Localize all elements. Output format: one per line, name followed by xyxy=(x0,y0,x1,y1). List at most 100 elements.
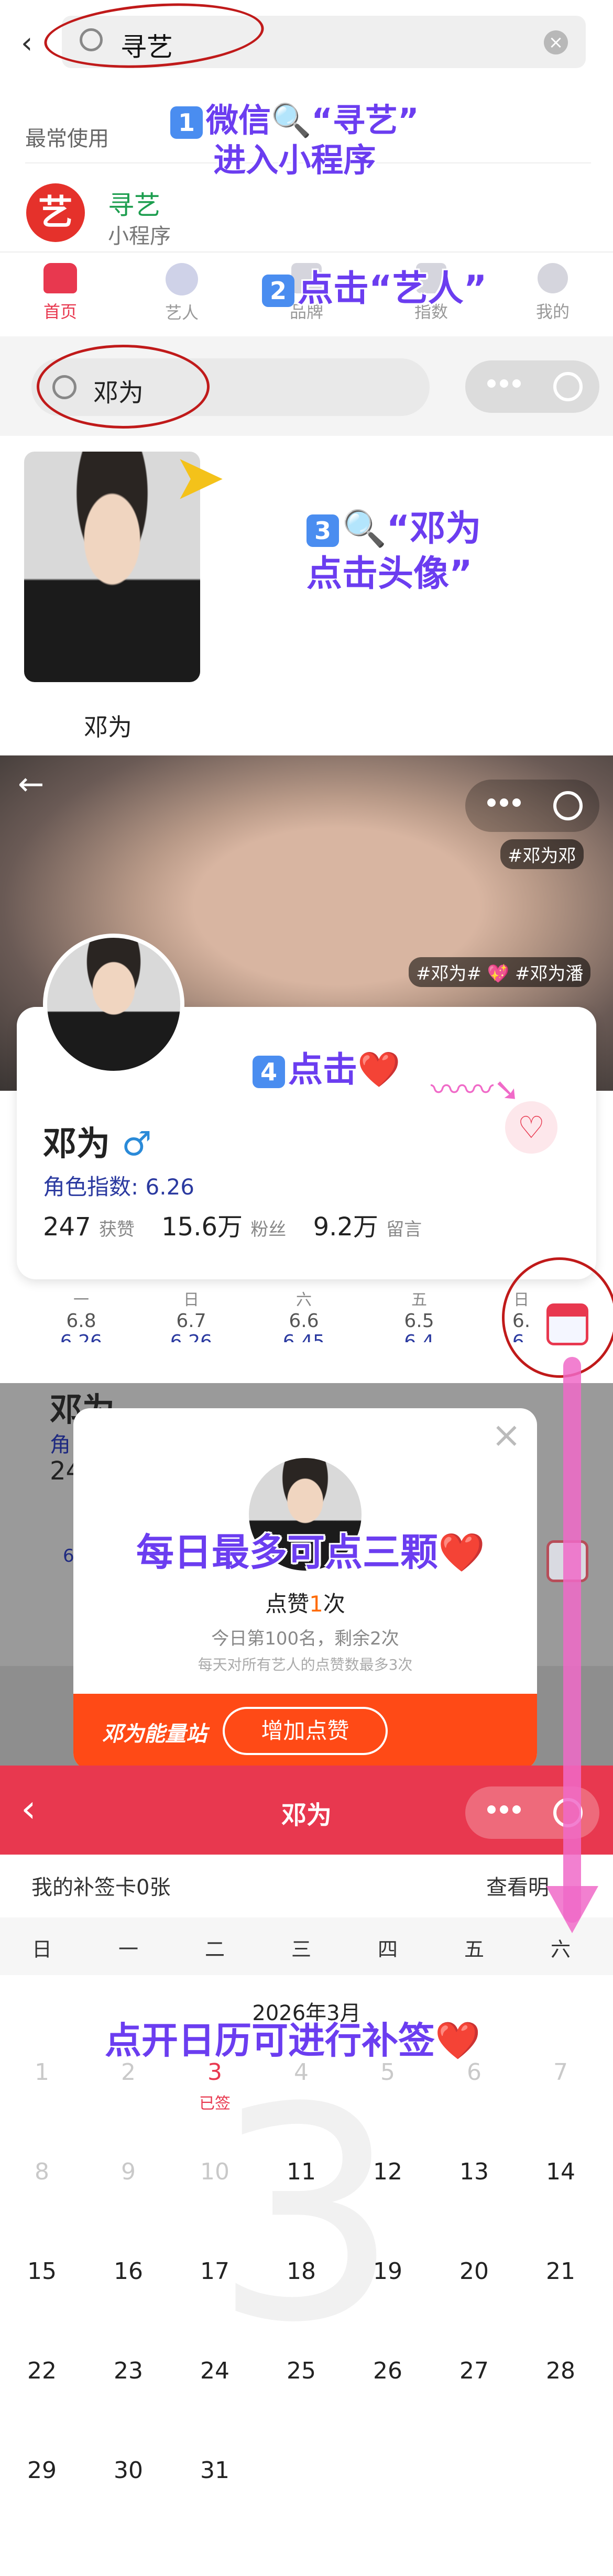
step3-annotation: 3 🔍“邓为 点击头像” xyxy=(306,508,481,595)
calendar-day[interactable]: 17 xyxy=(189,2258,241,2285)
capsule-menu[interactable] xyxy=(465,360,599,413)
modal-line1: 今日第100名，剩余2次 xyxy=(211,1628,399,1649)
calendar-day[interactable]: 20 xyxy=(448,2258,500,2285)
day-item[interactable]: 日 6.7 6.26 xyxy=(162,1290,220,1342)
calendar-day[interactable]: 7 xyxy=(534,2059,587,2086)
role-index: 角色指数: 6.26 xyxy=(43,1174,195,1200)
calendar-day[interactable]: 4 xyxy=(275,2059,327,2086)
pointer-squiggle-icon: 〰〰➘ xyxy=(431,1072,520,1109)
weekday-label: 日 xyxy=(31,1938,52,1961)
weekday-label: 一 xyxy=(118,1938,138,1961)
calendar-day[interactable]: 18 xyxy=(275,2258,327,2285)
calendar-day[interactable]: 8 xyxy=(16,2158,68,2185)
calendar-day[interactable]: 22 xyxy=(16,2358,68,2384)
calendar-day[interactable]: 24 xyxy=(189,2358,241,2384)
calendar-day[interactable]: 9 xyxy=(102,2158,155,2185)
mini-program-tabbar: 首页 艺人 品牌 指数 我的 2 点击“艺人” xyxy=(0,251,613,336)
profile-name: 邓为 ♂ xyxy=(43,1125,152,1164)
view-detail-link[interactable]: 查看明 xyxy=(486,1870,549,1901)
calendar-day[interactable]: 15 xyxy=(16,2258,68,2285)
calendar-day[interactable]: 31 xyxy=(189,2457,241,2484)
more-icon[interactable] xyxy=(485,798,523,809)
signed-label: 已签 xyxy=(199,2095,231,2113)
calendar-day[interactable]: 23 xyxy=(102,2358,155,2384)
artist-result-name[interactable]: 邓为 xyxy=(84,708,132,743)
step1-annotation: 1 微信🔍“寻艺” 进入小程序 xyxy=(170,101,419,180)
weekday-label: 六 xyxy=(550,1938,571,1961)
user-icon xyxy=(538,263,568,293)
recent-label: 最常使用 xyxy=(25,127,109,151)
profile-avatar[interactable] xyxy=(43,934,184,1075)
back-icon[interactable]: ‹ xyxy=(21,26,32,60)
calendar-day[interactable]: 3 xyxy=(189,2059,241,2086)
pink-arrowhead-icon xyxy=(546,1886,598,1933)
calendar-day[interactable]: 5 xyxy=(362,2059,414,2086)
tab-artist[interactable]: 艺人 xyxy=(153,263,211,324)
modal-line2: 每天对所有艺人的点赞数最多3次 xyxy=(198,1656,413,1673)
calendar-day[interactable]: 26 xyxy=(362,2358,414,2384)
step2-annotation: 2 点击“艺人” xyxy=(262,268,487,310)
calendar-section: ‹ 邓为 我的补签卡0张 查看明 2026年3月 3 点开日历可进行补签❤️ 日… xyxy=(0,1766,613,2576)
step5-annotation: 每日最多可点三颗❤️ xyxy=(136,1530,485,1574)
tab-home[interactable]: 首页 xyxy=(31,263,89,323)
clear-icon[interactable]: × xyxy=(544,30,568,54)
pink-arrow-icon xyxy=(563,1357,581,1923)
calendar-day[interactable]: 13 xyxy=(448,2158,500,2185)
stats-row: 247 获赞 15.6万 粉丝 9.2万 留言 xyxy=(43,1212,422,1242)
calendar-day[interactable]: 28 xyxy=(534,2358,587,2384)
calendar-header: ‹ 邓为 xyxy=(0,1766,613,1855)
calendar-day[interactable]: 29 xyxy=(16,2457,68,2484)
topic-tag[interactable]: #邓为# 💖 #邓为潘 xyxy=(409,957,591,987)
add-like-button[interactable]: 增加点赞 xyxy=(223,1707,388,1755)
result-card[interactable]: 邓为 ➤ 3 🔍“邓为 点击头像” xyxy=(0,436,613,755)
calendar-day[interactable]: 19 xyxy=(362,2258,414,2285)
modal-footer: 邓为能量站 增加点赞 xyxy=(73,1694,537,1770)
topic-tag[interactable]: #邓为邓 xyxy=(500,839,584,869)
calendar-day[interactable]: 12 xyxy=(362,2158,414,2185)
more-icon[interactable] xyxy=(485,1805,523,1816)
more-icon[interactable] xyxy=(485,379,523,390)
artist-profile-section: ← #邓为邓 #邓为# 💖 #邓为潘 邓为 ♂ 角色指数: 6.26 247 获… xyxy=(0,755,613,1342)
close-circle-icon[interactable] xyxy=(553,372,583,401)
capsule-menu[interactable] xyxy=(465,780,599,832)
planet-icon xyxy=(166,263,198,295)
highlight-ring xyxy=(37,345,210,429)
like-modal-section: 邓为 角 24 6 × 每日最多可点三颗❤️ 点赞1次 今日第100名，剩余2次… xyxy=(0,1383,613,1781)
day-item[interactable]: 六 6.6 6.45 xyxy=(275,1290,333,1342)
month-watermark: 3 xyxy=(213,2045,400,2387)
app-type: 小程序 xyxy=(108,224,171,248)
step4-annotation: 4 点击❤️ xyxy=(253,1049,400,1091)
calendar-day[interactable]: 21 xyxy=(534,2258,587,2285)
calendar-day[interactable]: 2 xyxy=(102,2059,155,2086)
weekday-label: 三 xyxy=(291,1938,311,1961)
calendar-day[interactable]: 10 xyxy=(189,2158,241,2185)
calendar-day[interactable]: 30 xyxy=(102,2457,155,2484)
weekday-label: 二 xyxy=(204,1938,225,1961)
calendar-day[interactable]: 11 xyxy=(275,2158,327,2185)
male-icon: ♂ xyxy=(122,1125,152,1164)
calendar-day[interactable]: 25 xyxy=(275,2358,327,2384)
close-icon[interactable]: × xyxy=(491,1415,521,1456)
calendar-day[interactable]: 27 xyxy=(448,2358,500,2384)
day-item[interactable]: 五 6.5 6.4 xyxy=(390,1290,448,1342)
app-icon[interactable]: 艺 xyxy=(26,183,85,242)
step6-annotation: 点开日历可进行补签❤️ xyxy=(105,2019,481,2062)
calendar-day[interactable]: 6 xyxy=(448,2059,500,2086)
calendar-day[interactable]: 1 xyxy=(16,2059,68,2086)
pointer-burst-icon: ➤ xyxy=(173,441,226,514)
makeup-card-label: 我的补签卡0张 xyxy=(31,1876,171,1900)
calendar-day[interactable]: 14 xyxy=(534,2158,587,2185)
weekday-label: 四 xyxy=(377,1938,398,1961)
modal-title: 点赞1次 xyxy=(265,1591,345,1617)
like-modal: × 每日最多可点三颗❤️ 点赞1次 今日第100名，剩余2次 每天对所有艺人的点… xyxy=(73,1408,537,1770)
back-arrow-icon[interactable]: ← xyxy=(18,766,44,803)
tab-mine[interactable]: 我的 xyxy=(524,263,582,323)
close-circle-icon[interactable] xyxy=(553,791,583,820)
highlight-ring xyxy=(502,1257,613,1378)
home-icon xyxy=(43,263,77,293)
wechat-search-section: ‹ 寻艺 × 最常使用 艺 寻艺 小程序 1 微信🔍“寻艺” 进入小程序 xyxy=(0,0,613,251)
calendar-day[interactable]: 16 xyxy=(102,2258,155,2285)
day-item[interactable]: 一 6.8 6.26 xyxy=(52,1290,110,1342)
app-name[interactable]: 寻艺 xyxy=(108,184,160,222)
profile-card: 邓为 ♂ 角色指数: 6.26 247 获赞 15.6万 粉丝 9.2万 留言 … xyxy=(17,934,596,1279)
